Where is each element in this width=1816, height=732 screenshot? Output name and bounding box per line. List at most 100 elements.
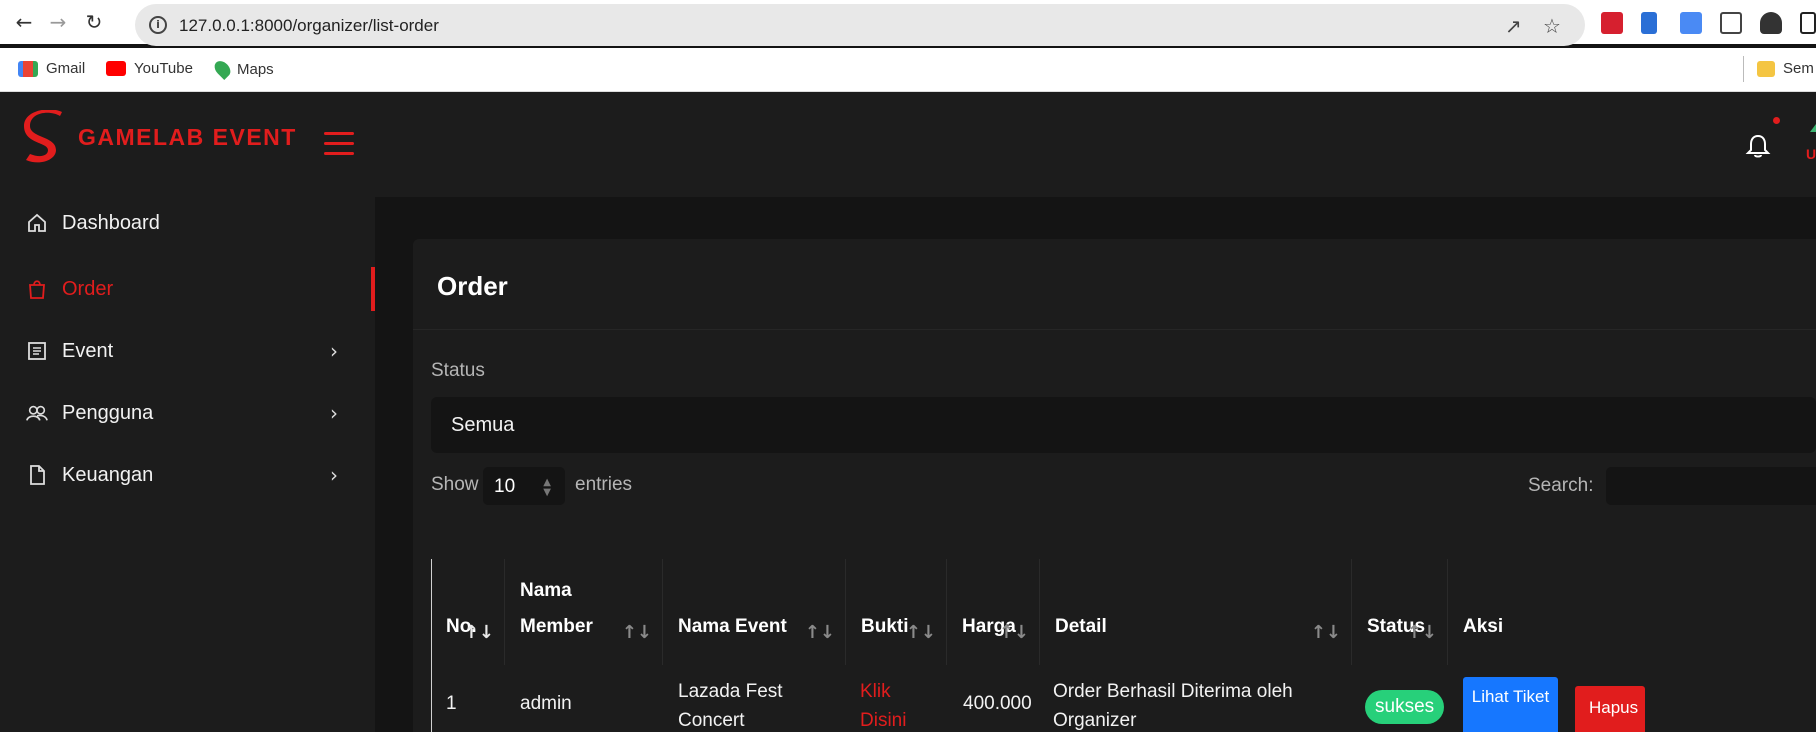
entries-length-value: 10 — [494, 476, 516, 497]
column-header-label: Nama Event — [678, 616, 787, 637]
sort-icon: ↑↓ — [1406, 622, 1437, 643]
reload-icon[interactable]: ↻ — [80, 8, 108, 36]
notification-dot — [1773, 117, 1780, 124]
sidebar-item-pengguna[interactable]: Pengguna › — [0, 387, 375, 439]
column-header-label: Detail — [1055, 616, 1107, 637]
column-header-bukti[interactable]: Bukti ↑↓ — [846, 559, 947, 665]
column-header-label: Bukti — [861, 616, 909, 637]
page-title: Order — [437, 271, 508, 301]
sort-icon: ↑↓ — [1310, 622, 1341, 643]
sort-asc-icon: ↑↓ — [463, 622, 494, 643]
sidebar-item-label: Event — [62, 339, 114, 362]
sort-icon: ↑↓ — [621, 622, 652, 643]
column-header-label: Aksi — [1463, 616, 1504, 637]
folder-icon — [1757, 60, 1775, 77]
home-icon — [26, 212, 48, 234]
sidebar-item-event[interactable]: Event › — [0, 325, 375, 377]
avatar-caret-icon — [1810, 124, 1816, 132]
extension-tabs-icon[interactable] — [1720, 12, 1742, 34]
sidebar-item-label: Dashboard — [62, 211, 160, 234]
column-header-detail[interactable]: Detail ↑↓ — [1040, 559, 1352, 665]
back-arrow-icon[interactable]: ← — [10, 8, 38, 36]
bookmark-star-icon[interactable]: ☆ — [1543, 14, 1561, 38]
extension-translate-icon[interactable] — [1680, 12, 1702, 34]
sidebar-item-label: Pengguna — [62, 401, 154, 424]
sidebar-item-label: Order — [62, 277, 114, 300]
proof-link[interactable]: Klik Disini — [860, 677, 920, 732]
gamelab-logo-icon — [24, 110, 62, 163]
bookmark-label: Gmail — [46, 60, 86, 77]
chevron-right-icon: › — [330, 401, 338, 425]
column-header-member[interactable]: Nama Member ↑↓ — [505, 559, 663, 665]
show-label: Show — [431, 474, 479, 495]
sort-icon: ↑↓ — [804, 622, 835, 643]
file-icon — [26, 464, 48, 486]
sidebar-item-keuangan[interactable]: Keuangan › — [0, 449, 375, 501]
bookmark-label: YouTube — [134, 60, 193, 77]
url-text: 127.0.0.1:8000/organizer/list-order — [179, 16, 439, 35]
notification-bell-icon[interactable] — [1744, 132, 1772, 160]
search-input[interactable] — [1606, 467, 1816, 505]
maps-icon — [211, 58, 234, 80]
youtube-icon — [106, 61, 126, 76]
column-header-event[interactable]: Nama Event ↑↓ — [663, 559, 846, 665]
menu-toggle-icon[interactable] — [324, 132, 354, 156]
site-info-icon[interactable]: i — [149, 16, 167, 34]
cell-harga: 400.000 — [963, 693, 1032, 714]
select-arrows-icon: ▲ ▼ — [543, 477, 551, 498]
extension-phone-icon[interactable] — [1641, 12, 1657, 34]
status-filter-label: Status — [431, 360, 485, 381]
user-avatar[interactable]: U — [1806, 120, 1816, 170]
extensions-puzzle-icon[interactable] — [1760, 12, 1782, 34]
cell-member: admin — [520, 693, 572, 714]
column-header-no[interactable]: No. ↑↓ — [431, 559, 505, 665]
chevron-right-icon: › — [330, 463, 338, 487]
column-header-status[interactable]: Status ↑↓ — [1352, 559, 1448, 665]
app-header: GAMELAB EVENT U — [0, 92, 1816, 197]
bag-icon — [26, 278, 48, 300]
delete-button[interactable]: Hapus — [1575, 686, 1645, 732]
chevron-right-icon: › — [330, 339, 338, 363]
browser-toolbar: ← → ↻ i 127.0.0.1:8000/organizer/list-or… — [0, 0, 1816, 46]
sort-icon: ↑↓ — [998, 622, 1029, 643]
sidebar: Dashboard Order Event › Pengguna › Keuan… — [0, 197, 375, 732]
bookmark-label: Maps — [237, 60, 274, 78]
sidepanel-icon[interactable] — [1800, 12, 1816, 34]
sidebar-item-order[interactable]: Order — [0, 263, 375, 315]
bookmark-youtube[interactable]: YouTube — [106, 60, 193, 77]
users-icon — [26, 402, 48, 424]
order-card: Order Status Semua Show 10 ▲ ▼ entries Se… — [413, 239, 1816, 732]
forward-arrow-icon[interactable]: → — [44, 8, 72, 36]
bookmark-folder-label: Sem — [1783, 60, 1814, 77]
sort-icon: ↑↓ — [905, 622, 936, 643]
sidebar-item-dashboard[interactable]: Dashboard — [0, 197, 375, 249]
cell-event: Lazada Fest Concert — [678, 681, 783, 731]
view-ticket-button[interactable]: Lihat Tiket — [1463, 677, 1558, 732]
card-divider — [413, 329, 1816, 330]
avatar-initial: U — [1806, 146, 1816, 162]
status-badge: sukses — [1365, 690, 1445, 724]
bookmarks-divider — [1743, 56, 1744, 82]
column-header-harga[interactable]: Harga ↑↓ — [947, 559, 1040, 665]
status-filter-select[interactable]: Semua — [431, 397, 1816, 453]
bookmark-gmail[interactable]: Gmail — [18, 60, 85, 77]
cell-detail: Order Berhasil Diterima oleh Organizer — [1053, 681, 1293, 731]
main-content: Order Status Semua Show 10 ▲ ▼ entries Se… — [375, 197, 1816, 732]
entries-label: entries — [575, 474, 633, 495]
bookmark-maps[interactable]: Maps — [211, 58, 274, 80]
sidebar-item-label: Keuangan — [62, 463, 154, 486]
orders-table: No. ↑↓ Nama Member ↑↓ Nama Event ↑↓ Bukt… — [431, 559, 1816, 732]
list-icon — [26, 340, 48, 362]
address-bar[interactable]: i 127.0.0.1:8000/organizer/list-order ↗ … — [135, 4, 1585, 46]
gmail-icon — [18, 60, 38, 77]
share-icon[interactable]: ↗ — [1505, 14, 1522, 38]
column-header-label: Nama Member — [520, 580, 593, 637]
brand-name: GAMELAB EVENT — [78, 124, 297, 150]
cell-no: 1 — [446, 693, 457, 714]
search-label: Search: — [1528, 475, 1594, 496]
bookmarks-bar: Gmail YouTube Maps Sem — [0, 48, 1816, 92]
extension-mendeley-icon[interactable] — [1601, 12, 1623, 34]
column-header-aksi: Aksi — [1448, 559, 1816, 665]
bookmark-folder[interactable]: Sem — [1757, 60, 1814, 77]
entries-length-select[interactable]: 10 ▲ ▼ — [483, 467, 565, 505]
